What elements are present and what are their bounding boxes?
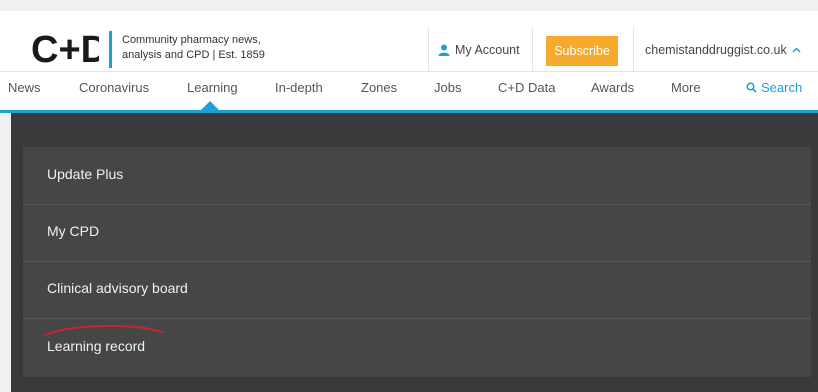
brand-divider: [109, 31, 112, 68]
my-account-link[interactable]: My Account: [438, 43, 520, 57]
nav-item-cd-data[interactable]: C+D Data: [498, 80, 555, 95]
menu-item-update-plus[interactable]: Update Plus: [23, 147, 811, 205]
tagline-line-2: analysis and CPD | Est. 1859: [122, 49, 265, 61]
nav-item-in-depth[interactable]: In-depth: [275, 80, 323, 95]
search-label: Search: [761, 80, 803, 95]
annotation-underline-mark: [44, 324, 164, 336]
menu-item-label: Update Plus: [47, 166, 124, 182]
nav-item-learning[interactable]: Learning: [187, 80, 238, 95]
site-switcher-label: chemistanddruggist.co.uk: [645, 43, 787, 57]
tagline: Community pharmacy news, analysis and CP…: [122, 33, 302, 63]
top-strip: [0, 0, 818, 11]
site-logo[interactable]: C+D: [31, 29, 108, 71]
search-icon: [746, 82, 757, 93]
header-divider: [633, 27, 634, 72]
my-account-label: My Account: [455, 43, 520, 57]
main-nav: News Coronavirus Learning In-depth Zones…: [0, 72, 818, 112]
nav-item-coronavirus[interactable]: Coronavirus: [79, 80, 149, 95]
learning-menu: Update Plus My CPD Clinical advisory boa…: [20, 147, 811, 377]
menu-item-my-cpd[interactable]: My CPD: [23, 204, 811, 262]
search-link[interactable]: Search: [746, 80, 802, 95]
menu-item-clinical-advisory-board[interactable]: Clinical advisory board: [23, 261, 811, 319]
menu-item-label: Clinical advisory board: [47, 280, 188, 296]
menu-item-label: My CPD: [47, 223, 100, 239]
menu-item-label: Learning record: [47, 338, 146, 354]
logo-graphic: C+D: [31, 29, 108, 71]
site-header: C+D Community pharmacy news, analysis an…: [0, 11, 818, 72]
user-icon: [438, 44, 450, 56]
active-nav-caret: [201, 101, 219, 110]
header-divider: [532, 27, 533, 72]
nav-item-news[interactable]: News: [8, 80, 41, 95]
nav-item-awards[interactable]: Awards: [591, 80, 634, 95]
nav-item-zones[interactable]: Zones: [361, 80, 397, 95]
header-divider: [428, 27, 429, 72]
tagline-line-1: Community pharmacy news,: [122, 34, 261, 46]
logo-text: C+D: [31, 29, 99, 69]
nav-item-more[interactable]: More: [671, 80, 701, 95]
subscribe-button[interactable]: Subscribe: [546, 36, 618, 66]
chevron-up-icon: [792, 47, 801, 53]
nav-item-jobs[interactable]: Jobs: [434, 80, 461, 95]
site-switcher[interactable]: chemistanddruggist.co.uk: [645, 43, 801, 57]
